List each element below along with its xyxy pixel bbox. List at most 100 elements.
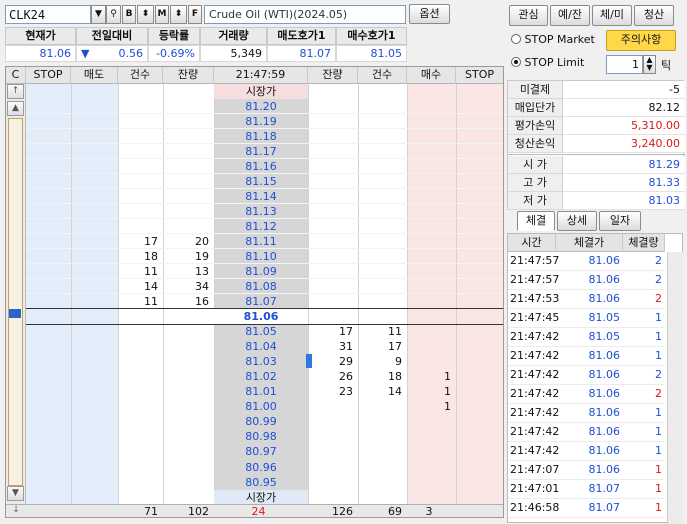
panel-tab[interactable]: 체/미	[592, 5, 632, 26]
scroll-up-small-icon[interactable]: ▲	[7, 101, 24, 116]
ask-price[interactable]: 81.15	[214, 174, 308, 189]
bid-price[interactable]: 81.03	[214, 354, 308, 369]
ask-price[interactable]: 81.11	[214, 234, 308, 249]
panel-tab[interactable]: 청산	[634, 5, 674, 26]
footer-buy: 3	[407, 504, 456, 517]
trade-scrollbar[interactable]	[667, 252, 683, 524]
bid-buy[interactable]	[407, 444, 456, 459]
footer-stop	[456, 504, 503, 517]
ask-price[interactable]: 81.20	[214, 99, 308, 114]
trade-subtab[interactable]: 일자	[599, 211, 641, 231]
bid-price[interactable]: 80.97	[214, 444, 308, 459]
trade-qty: 1	[655, 330, 662, 343]
trade-row: 21:47:57 81.06 2	[508, 271, 665, 290]
trade-price: 81.07	[588, 501, 621, 514]
bid-marker-icon	[306, 354, 312, 368]
ask-price[interactable]: 81.07	[214, 294, 308, 309]
option-button[interactable]: 옵션	[409, 4, 450, 24]
ask-qty	[163, 204, 214, 219]
balance-label: 미결제	[508, 81, 563, 99]
volume: 5,349	[200, 45, 267, 62]
bid-price[interactable]: 81.02	[214, 369, 308, 384]
btn-b[interactable]: B	[122, 5, 136, 24]
trade-qty: 1	[655, 406, 662, 419]
ask-price[interactable]: 81.16	[214, 159, 308, 174]
scroll-down-small-icon[interactable]: ▼	[7, 486, 24, 501]
trade-subtab[interactable]: 체결	[517, 211, 555, 231]
scroll-up-icon[interactable]: ↑	[7, 84, 24, 99]
bid-qty	[308, 475, 358, 490]
quote-header: 전일대비	[76, 27, 148, 45]
bid-price[interactable]: 81.00	[214, 399, 308, 414]
bid-buy[interactable]: 1	[407, 399, 456, 414]
bid-price[interactable]: 80.98	[214, 429, 308, 444]
ohl-value: 81.03	[563, 192, 685, 210]
trade-qty: 2	[655, 254, 662, 267]
current-price-row[interactable]: 81.06	[214, 309, 308, 324]
stop-market-label: STOP Market	[524, 33, 595, 46]
trade-row: 21:47:42 81.06 2	[508, 366, 665, 385]
ask-qty	[163, 99, 214, 114]
top-bar: CLK24 ▼ ⚲ B ⬍ M ⬍ F Crude Oil (WTI)(2024…	[0, 0, 505, 66]
bid-buy[interactable]	[407, 354, 456, 369]
bid-buy[interactable]: 1	[407, 384, 456, 399]
market-order-bid[interactable]: 시장가	[214, 490, 308, 505]
ask-qty	[163, 159, 214, 174]
stepper-m-icon[interactable]: ⬍	[170, 5, 187, 24]
stop-limit-radio[interactable]: STOP Limit	[511, 56, 601, 72]
stop-market-radio[interactable]: STOP Market	[511, 33, 606, 49]
ask-qty	[163, 144, 214, 159]
bid-price[interactable]: 81.05	[214, 324, 308, 339]
btn-m[interactable]: M	[155, 5, 169, 24]
ask-count	[118, 129, 163, 144]
ask-price[interactable]: 81.10	[214, 249, 308, 264]
ask-count	[118, 204, 163, 219]
trade-price: 81.05	[588, 311, 621, 324]
stepper-b-icon[interactable]: ⬍	[137, 5, 154, 24]
ask-price[interactable]: 81.13	[214, 204, 308, 219]
trade-time: 21:47:42	[510, 349, 560, 362]
ask-count: 11	[144, 265, 158, 278]
btn-f[interactable]: F	[188, 5, 202, 24]
scroll-down-icon[interactable]: ↓	[6, 504, 26, 517]
ask-price[interactable]: 81.19	[214, 114, 308, 129]
balance-value: -5	[563, 81, 685, 99]
ask-qty	[163, 114, 214, 129]
tick-input[interactable]: 1	[606, 55, 643, 74]
ask-stop-column[interactable]	[26, 84, 118, 504]
bid-count: 17	[388, 340, 402, 353]
trade-subtab[interactable]: 상세	[557, 211, 597, 231]
bid-buy[interactable]	[407, 460, 456, 475]
ask-price[interactable]: 81.17	[214, 144, 308, 159]
bid-price[interactable]: 80.95	[214, 475, 308, 490]
search-icon[interactable]: ⚲	[106, 5, 121, 24]
bid-buy[interactable]	[407, 324, 456, 339]
bid-buy[interactable]	[407, 475, 456, 490]
ask-price[interactable]: 81.08	[214, 279, 308, 294]
bid-price[interactable]: 81.04	[214, 339, 308, 354]
ohl-label: 저 가	[508, 192, 563, 210]
symbol-input[interactable]: CLK24	[5, 5, 91, 24]
ask-price[interactable]: 81.09	[214, 264, 308, 279]
ask-price[interactable]: 81.18	[214, 129, 308, 144]
market-order-ask[interactable]: 시장가	[214, 84, 308, 99]
bid-buy[interactable]	[407, 339, 456, 354]
bid-price[interactable]: 80.99	[214, 414, 308, 429]
panel-tab[interactable]: 관심	[509, 5, 548, 26]
ask-price[interactable]: 81.14	[214, 189, 308, 204]
column-divider	[71, 84, 72, 504]
notice-button[interactable]: 주의사항	[606, 30, 676, 51]
bid-price[interactable]: 80.96	[214, 460, 308, 475]
tick-stepper-icon[interactable]: ▲ ▼	[643, 55, 656, 74]
bid-buy[interactable]	[407, 414, 456, 429]
bid-buy[interactable]: 1	[407, 369, 456, 384]
panel-tab[interactable]: 예/잔	[550, 5, 590, 26]
bid-qty	[308, 429, 358, 444]
bid-price[interactable]: 81.01	[214, 384, 308, 399]
left-scrollbar[interactable]: ↑ ▲ ▼	[6, 84, 26, 504]
scroll-track[interactable]	[8, 118, 23, 486]
ask-price[interactable]: 81.12	[214, 219, 308, 234]
bid-buy[interactable]	[407, 429, 456, 444]
trade-qty: 1	[655, 463, 662, 476]
dropdown-icon[interactable]: ▼	[91, 5, 106, 24]
